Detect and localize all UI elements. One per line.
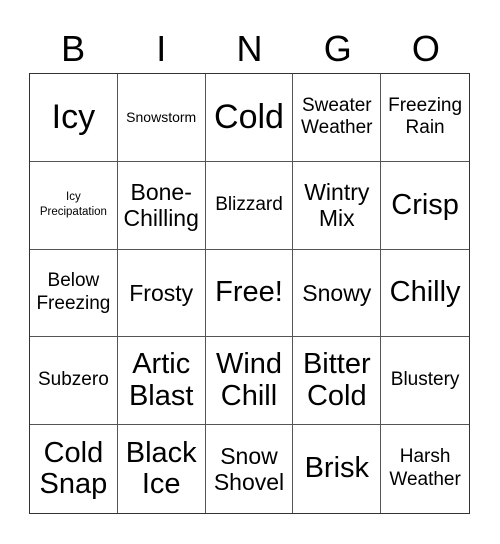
bingo-cell[interactable]: Snow Shovel xyxy=(206,425,294,513)
bingo-cell[interactable]: Wintry Mix xyxy=(293,161,382,250)
bingo-cell[interactable]: Black Ice xyxy=(118,425,206,513)
bingo-cell[interactable]: Frosty xyxy=(117,249,206,338)
header-letter-i: I xyxy=(156,28,167,69)
bingo-cell[interactable]: Bitter Cold xyxy=(293,337,382,426)
bingo-cell[interactable]: Artic Blast xyxy=(117,337,206,426)
bingo-cell[interactable]: Snowy xyxy=(293,249,382,338)
bingo-cell[interactable]: Crisp xyxy=(381,162,469,250)
bingo-cell[interactable]: Bone-Chilling xyxy=(117,161,206,250)
bingo-cell[interactable]: Cold xyxy=(205,74,294,162)
bingo-cell[interactable]: Cold Snap xyxy=(30,425,118,513)
bingo-header: B I N G O xyxy=(29,26,470,72)
header-letter-b: B xyxy=(61,28,86,69)
bingo-cell[interactable]: Snowstorm xyxy=(117,74,206,162)
bingo-cell[interactable]: Below Freezing xyxy=(30,249,118,338)
bingo-cell[interactable]: Sweater Weather xyxy=(293,74,382,162)
bingo-cell[interactable]: Harsh Weather xyxy=(381,425,469,513)
header-letter-o: O xyxy=(411,28,440,69)
bingo-cell[interactable]: Freezing Rain xyxy=(381,74,469,162)
bingo-card-grid: Icy Snowstorm Cold Sweater Weather Freez… xyxy=(29,73,470,514)
bingo-cell[interactable]: Brisk xyxy=(293,425,382,513)
bingo-cell[interactable]: Blizzard xyxy=(205,161,294,250)
bingo-cell[interactable]: Icy Precipatation xyxy=(30,161,118,250)
bingo-cell[interactable]: Subzero xyxy=(30,337,118,426)
free-space-cell[interactable]: Free! xyxy=(205,249,294,338)
bingo-cell[interactable]: Wind Chill xyxy=(205,337,294,426)
header-letter-g: G xyxy=(323,28,352,69)
bingo-cell[interactable]: Icy xyxy=(30,74,118,162)
bingo-cell[interactable]: Chilly xyxy=(381,250,469,338)
header-letter-n: N xyxy=(236,28,263,69)
bingo-cell[interactable]: Blustery xyxy=(381,337,469,426)
